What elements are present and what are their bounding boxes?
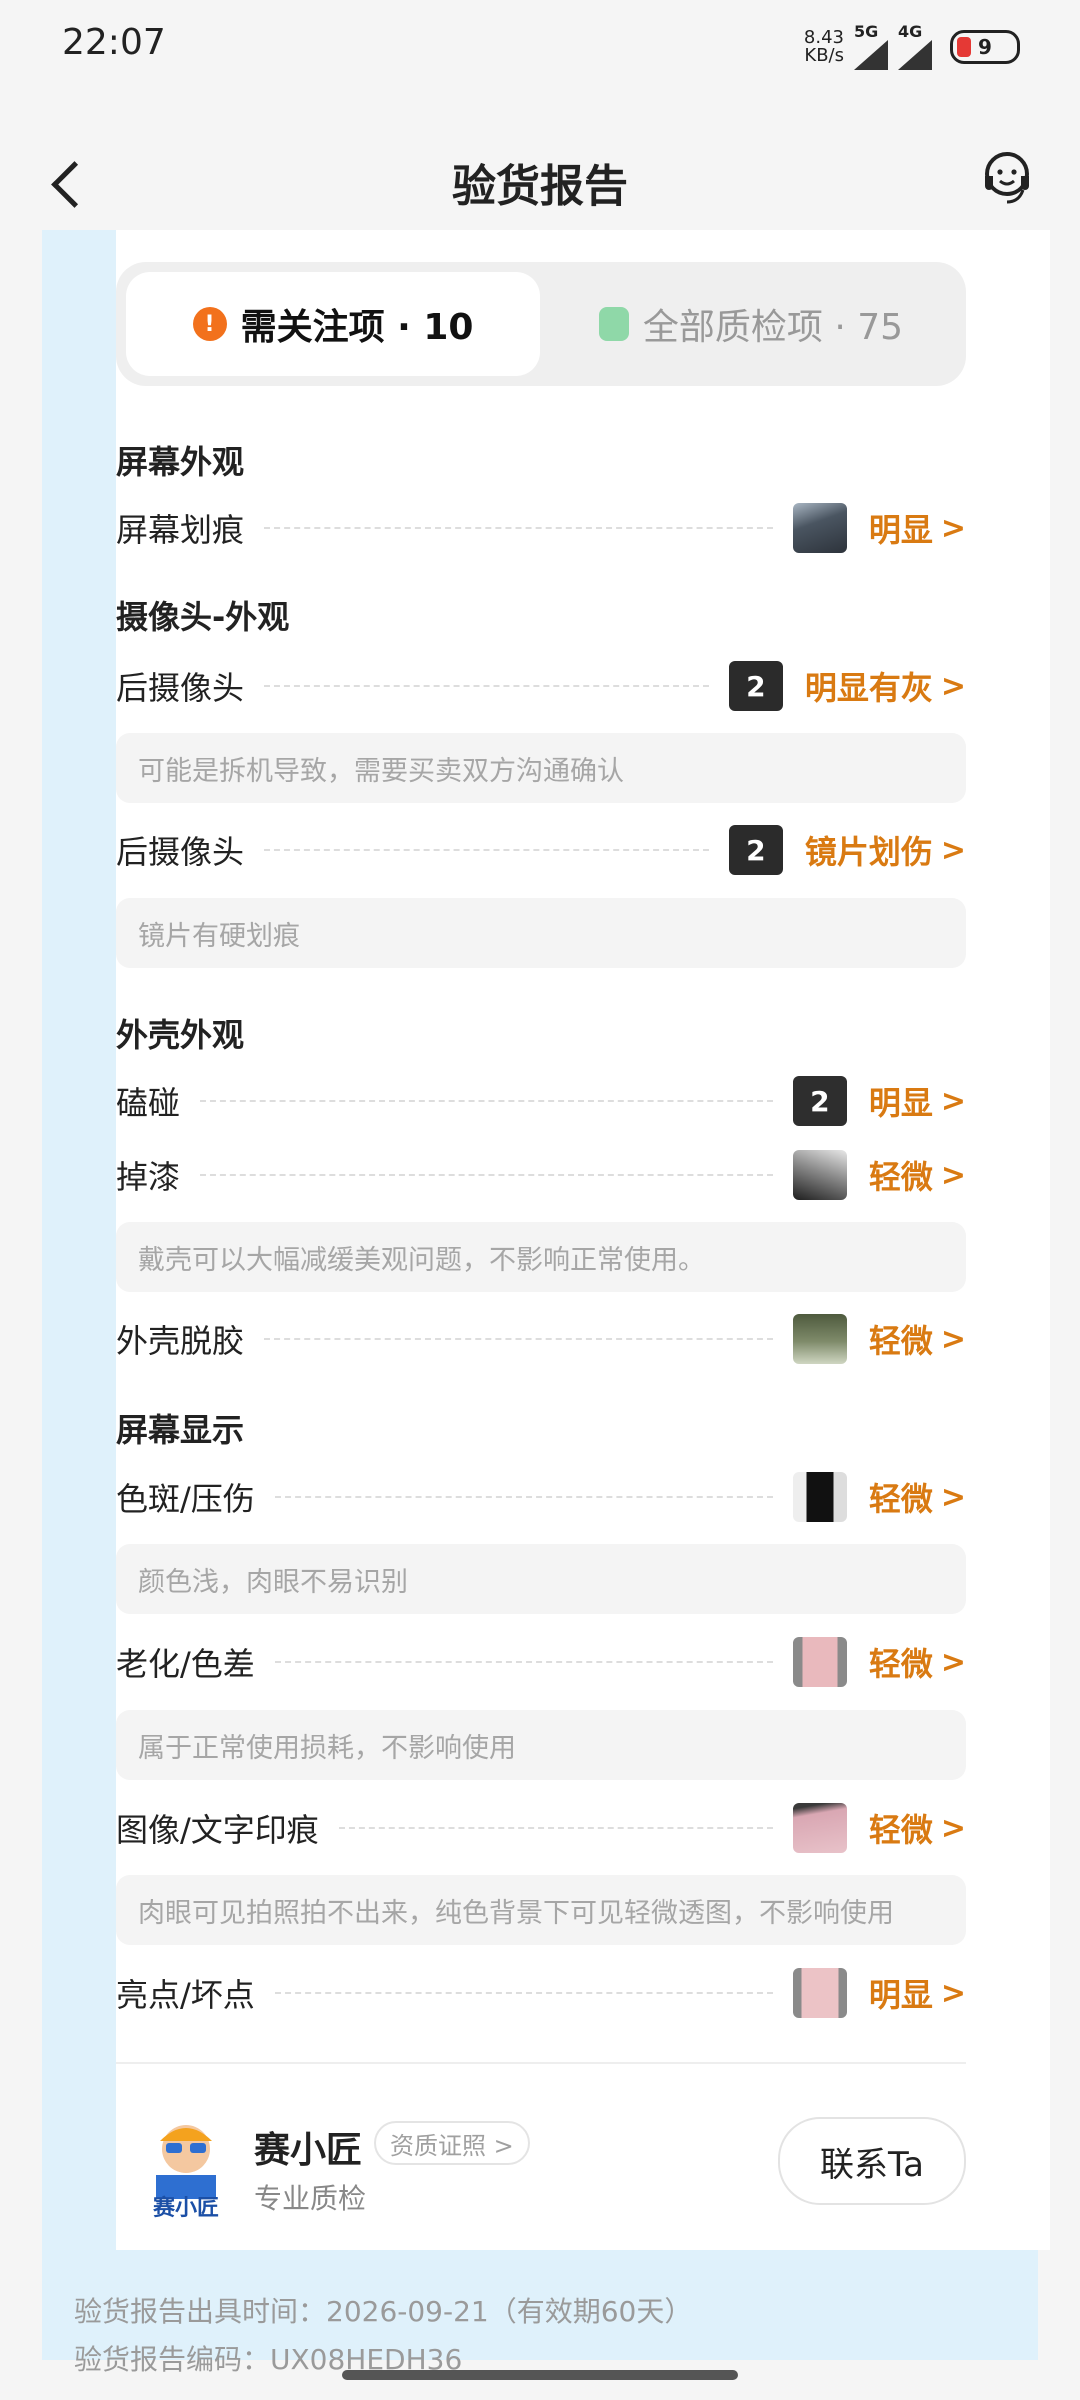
report-issued-time: 验货报告出具时间：2026-09-21（有效期60天） <box>74 2295 693 2328</box>
inspector-logo: 赛小匠 <box>152 2125 219 2221</box>
photo-thumbnail[interactable] <box>792 1314 847 1364</box>
check-row[interactable]: 屏幕划痕 明显 > <box>116 500 966 556</box>
severity-label: 轻微 <box>868 1811 933 1849</box>
contact-button[interactable]: 联系Ta <box>778 2117 966 2205</box>
inspection-note: 可能是拆机导致，需要买卖双方沟通确认 <box>116 733 966 803</box>
status-indicators: 8.43 KB/s 5G 4G 9 <box>804 24 1020 70</box>
photo-thumbnail[interactable]: 2 <box>728 825 783 875</box>
photo-thumbnail[interactable] <box>792 1150 847 1200</box>
section-title: 摄像头-外观 <box>116 598 290 636</box>
inspection-note: 镜片有硬划痕 <box>116 898 966 968</box>
divider-dots <box>274 1496 773 1498</box>
severity-label: 轻微 <box>868 1158 933 1196</box>
inspection-note: 颜色浅，肉眼不易识别 <box>116 1544 966 1614</box>
signal-5g-icon: 5G <box>854 24 888 70</box>
check-row[interactable]: 老化/色差 轻微 > <box>116 1634 966 1690</box>
check-row[interactable]: 亮点/坏点 明显 > <box>116 1965 966 2021</box>
section-divider <box>116 2062 966 2064</box>
severity-label: 明显 <box>868 1084 933 1122</box>
section-title: 外壳外观 <box>116 1016 245 1054</box>
home-indicator[interactable] <box>342 2370 738 2380</box>
nav-header: 验货报告 <box>0 140 1080 240</box>
check-row[interactable]: 外壳脱胶 轻微 > <box>116 1311 966 1367</box>
severity-label: 轻微 <box>868 1645 933 1683</box>
inspection-note: 戴壳可以大幅减缓美观问题，不影响正常使用。 <box>116 1222 966 1292</box>
photo-thumbnail[interactable] <box>792 503 847 553</box>
signal-4g-icon: 4G <box>898 24 932 70</box>
check-row[interactable]: 后摄像头 2 明显有灰 > <box>116 658 966 714</box>
alert-icon: ! <box>192 307 227 341</box>
page-title: 验货报告 <box>452 161 628 212</box>
tab-all-checks[interactable]: 全部质检项 · 75 <box>546 272 956 376</box>
check-row[interactable]: 掉漆 轻微 > <box>116 1147 966 1203</box>
divider-dots <box>274 1992 773 1994</box>
check-row[interactable]: 后摄像头 2 镜片划伤 > <box>116 822 966 878</box>
inspector-card: 赛小匠 赛小匠 资质证照 > 专业质检 联系Ta <box>116 2105 966 2245</box>
document-icon <box>598 307 629 341</box>
divider-dots <box>338 1827 773 1829</box>
photo-thumbnail[interactable] <box>792 1968 847 2018</box>
chevron-right-icon: > <box>940 668 966 704</box>
svg-text:赛小匠: 赛小匠 <box>152 2195 219 2221</box>
severity-label: 轻微 <box>868 1480 933 1518</box>
check-label: 外壳脱胶 <box>116 1322 245 1360</box>
customer-service-icon[interactable] <box>976 146 1038 208</box>
tab-attention[interactable]: ! 需关注项 · 10 <box>126 272 540 376</box>
check-label: 图像/文字印痕 <box>116 1811 319 1849</box>
chevron-right-icon: > <box>940 1810 966 1846</box>
check-row[interactable]: 图像/文字印痕 轻微 > <box>116 1800 966 1856</box>
filter-tabs: ! 需关注项 · 10 全部质检项 · 75 <box>116 262 966 386</box>
severity-label: 明显 <box>868 1976 933 2014</box>
divider-dots <box>264 527 773 529</box>
chevron-right-icon: > <box>940 1321 966 1357</box>
section-title: 屏幕显示 <box>116 1411 245 1449</box>
check-row[interactable]: 色斑/压伤 轻微 > <box>116 1469 966 1525</box>
check-row[interactable]: 磕碰 2 明显 > <box>116 1073 966 1129</box>
chevron-right-icon: > <box>940 1975 966 2011</box>
photo-thumbnail[interactable] <box>792 1637 847 1687</box>
check-label: 屏幕划痕 <box>116 511 245 549</box>
battery-icon: 9 <box>950 30 1020 64</box>
check-label: 亮点/坏点 <box>116 1976 255 2014</box>
chevron-right-icon: > <box>940 1083 966 1119</box>
divider-dots <box>264 849 709 851</box>
check-label: 色斑/压伤 <box>116 1480 255 1518</box>
check-label: 老化/色差 <box>116 1645 255 1683</box>
divider-dots <box>200 1100 773 1102</box>
photo-thumbnail[interactable] <box>792 1472 847 1522</box>
chevron-right-icon: > <box>940 510 966 546</box>
photo-thumbnail[interactable] <box>792 1803 847 1853</box>
certificate-button[interactable]: 资质证照 > <box>374 2121 530 2165</box>
section-title: 屏幕外观 <box>116 443 245 481</box>
photo-thumbnail[interactable]: 2 <box>728 661 783 711</box>
inspector-name: 赛小匠 <box>254 2130 363 2171</box>
status-time: 22:07 <box>62 22 166 63</box>
divider-dots <box>264 1338 773 1340</box>
severity-label: 明显有灰 <box>804 669 933 707</box>
chevron-right-icon: > <box>940 1479 966 1515</box>
check-label: 后摄像头 <box>116 833 245 871</box>
chevron-right-icon: > <box>940 832 966 868</box>
check-label: 磕碰 <box>116 1084 181 1122</box>
severity-label: 明显 <box>868 511 933 549</box>
inspection-note: 属于正常使用损耗，不影响使用 <box>116 1710 966 1780</box>
divider-dots <box>274 1661 773 1663</box>
net-speed: 8.43 KB/s <box>803 27 844 66</box>
chevron-right-icon: > <box>940 1644 966 1680</box>
chevron-right-icon: > <box>940 1157 966 1193</box>
divider-dots <box>264 685 709 687</box>
check-label: 掉漆 <box>116 1158 181 1196</box>
status-bar: 22:07 8.43 KB/s 5G 4G 9 <box>0 0 1080 90</box>
severity-label: 镜片划伤 <box>804 833 933 871</box>
severity-label: 轻微 <box>868 1322 933 1360</box>
divider-dots <box>200 1174 773 1176</box>
inspection-note: 肉眼可见拍照拍不出来，纯色背景下可见轻微透图，不影响使用 <box>116 1875 966 1945</box>
photo-thumbnail[interactable]: 2 <box>792 1076 847 1126</box>
inspector-role: 专业质检 <box>254 2182 367 2215</box>
check-label: 后摄像头 <box>116 669 245 707</box>
